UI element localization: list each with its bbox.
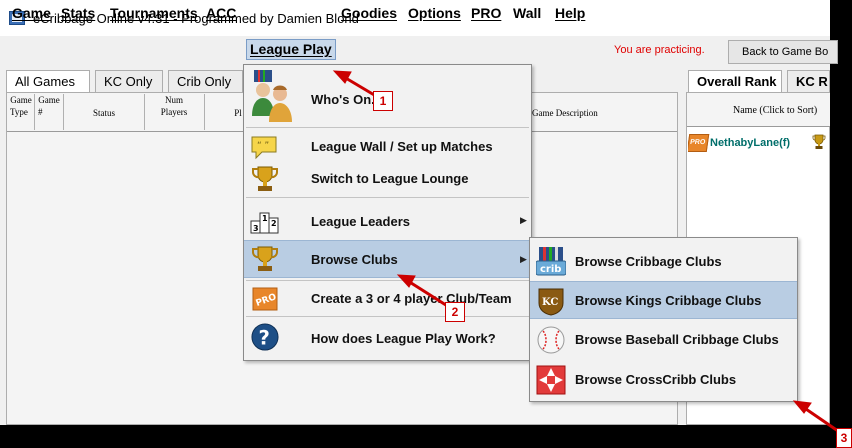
tab-kc-only[interactable]: KC Only: [95, 70, 163, 92]
submenu-item-cribbage-clubs[interactable]: crib Browse Cribbage Clubs: [530, 243, 797, 281]
trophy-icon: [252, 166, 278, 191]
col-game-type[interactable]: Game Type: [10, 94, 32, 130]
tab-all-games[interactable]: All Games: [6, 70, 90, 92]
menu-tournaments[interactable]: Tournaments: [110, 3, 198, 24]
svg-text:2: 2: [271, 219, 277, 228]
rank-row[interactable]: PRO NethabyLane(f): [688, 132, 830, 154]
menu-stats[interactable]: Stats: [61, 3, 95, 24]
menu-item-label: Create a 3 or 4 player Club/Team: [311, 291, 512, 306]
menu-options[interactable]: Options: [408, 3, 461, 24]
crosscribb-icon: [536, 365, 566, 395]
menu-league-play[interactable]: League Play: [246, 39, 336, 60]
people-icon: [252, 70, 292, 122]
column-divider: [204, 94, 205, 130]
menu-pro[interactable]: PRO: [471, 3, 501, 24]
menu-game[interactable]: Game: [12, 3, 51, 24]
svg-text:crib: crib: [540, 264, 561, 275]
submenu-item-label: Browse Kings Cribbage Clubs: [575, 293, 762, 308]
submenu-item-label: Browse Baseball Cribbage Clubs: [575, 332, 779, 347]
menu-acc[interactable]: ACC: [206, 3, 236, 24]
menu-separator: [246, 316, 529, 317]
column-divider: [144, 94, 145, 130]
submenu-arrow-icon: ▶: [520, 254, 527, 264]
menu-separator: [246, 280, 529, 281]
menu-item-label: League Leaders: [311, 214, 410, 229]
tab-kc-rank[interactable]: KC R: [787, 70, 830, 92]
submenu-item-label: Browse CrossCribb Clubs: [575, 372, 737, 387]
menu-separator: [246, 197, 529, 198]
menu-item-label: League Wall / Set up Matches: [311, 139, 493, 154]
menu-separator: [246, 127, 529, 128]
svg-text:KC: KC: [542, 297, 558, 308]
tab-crib-only[interactable]: Crib Only: [168, 70, 243, 92]
col-game-description[interactable]: Game Description: [532, 94, 612, 130]
submenu-arrow-icon: ▶: [520, 215, 527, 225]
menu-item-league-lounge[interactable]: Switch to League Lounge: [244, 162, 531, 196]
submenu-item-label: Browse Cribbage Clubs: [575, 254, 722, 269]
callout-badge-3: 3: [836, 428, 852, 448]
help-icon: ?: [251, 323, 279, 351]
player-name: NethabyLane(f): [710, 137, 791, 149]
callout-badge-1: 1: [373, 91, 393, 111]
menu-bar: [0, 38, 830, 64]
col-num-players[interactable]: Num Players: [146, 94, 202, 130]
menu-item-how-league-works[interactable]: ? How does League Play Work?: [244, 320, 531, 358]
trophy-icon: [812, 134, 826, 149]
col-game-number[interactable]: Game #: [38, 94, 60, 130]
tab-overall-rank[interactable]: Overall Rank: [688, 70, 782, 92]
menu-item-browse-clubs[interactable]: Browse Clubs ▶: [244, 240, 531, 278]
svg-text:1: 1: [262, 214, 268, 223]
trophy-icon: [252, 246, 278, 271]
svg-text:?: ?: [258, 326, 269, 349]
menu-item-league-leaders[interactable]: 3 1 2 League Leaders ▶: [244, 204, 531, 238]
baseball-icon: [537, 326, 565, 354]
submenu-item-baseball-clubs[interactable]: Browse Baseball Cribbage Clubs: [530, 321, 797, 359]
callout-badge-2: 2: [445, 302, 465, 322]
svg-text:“ ”: “ ”: [257, 141, 269, 151]
menu-help[interactable]: Help: [555, 3, 585, 24]
menu-item-label: How does League Play Work?: [311, 331, 496, 346]
practice-status: You are practicing.: [614, 44, 705, 56]
pro-icon: PRO: [252, 287, 278, 311]
rank-sort-header[interactable]: Name (Click to Sort): [687, 93, 830, 127]
podium-icon: 3 1 2: [250, 212, 279, 234]
menu-item-label: Browse Clubs: [311, 252, 398, 267]
submenu-item-kings-cribbage-clubs[interactable]: KC Browse Kings Cribbage Clubs: [530, 281, 797, 319]
column-divider: [34, 94, 35, 130]
submenu-item-crosscribb-clubs[interactable]: Browse CrossCribb Clubs: [530, 361, 797, 399]
back-to-game-button[interactable]: Back to Game Bo: [728, 40, 838, 64]
col-status[interactable]: Status: [64, 94, 144, 130]
menu-item-label: Switch to League Lounge: [311, 171, 469, 186]
menu-item-create-club[interactable]: PRO Create a 3 or 4 player Club/Team: [244, 282, 531, 316]
speech-bubble-icon: “ ”: [251, 136, 277, 160]
menu-item-league-wall[interactable]: “ ” League Wall / Set up Matches: [244, 130, 531, 164]
menu-goodies[interactable]: Goodies: [341, 3, 397, 24]
pro-badge: PRO: [688, 134, 710, 152]
menu-wall[interactable]: Wall: [513, 3, 541, 24]
svg-text:3: 3: [253, 224, 259, 233]
crib-icon: crib: [536, 247, 566, 276]
kings-cribbage-icon: KC: [538, 288, 564, 316]
